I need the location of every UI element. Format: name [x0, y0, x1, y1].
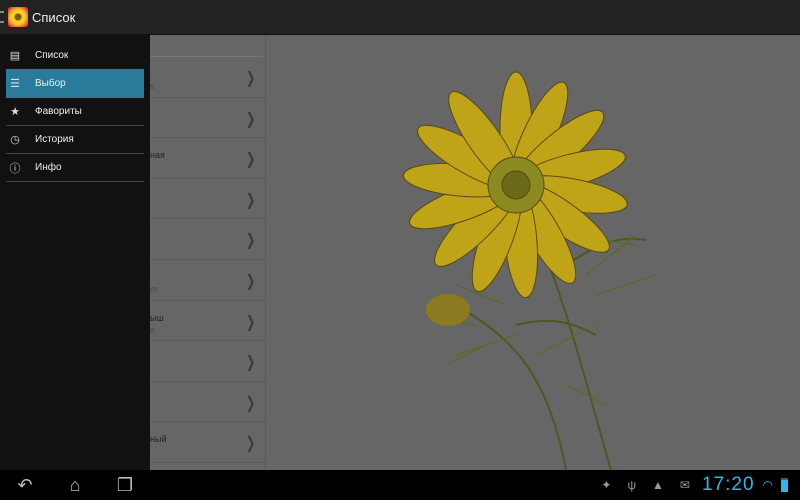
drawer-item-label: Фавориты — [35, 106, 82, 117]
list-item[interactable]: ная ❯ — [150, 138, 265, 179]
android-debug-icon: ✦ — [601, 478, 612, 492]
clock-icon: ◷ — [10, 134, 20, 146]
list-item[interactable]: ❯ — [150, 341, 265, 382]
drawer-item-label: Выбор — [35, 78, 66, 89]
drawer-item-0[interactable]: ▤ Список — [6, 41, 144, 69]
battery-icon — [781, 478, 788, 492]
gmail-icon: ✉ — [679, 478, 690, 492]
usb-icon: ψ — [627, 478, 637, 492]
list-item[interactable]: ❯ — [150, 382, 265, 423]
warning-icon: ▲ — [652, 478, 664, 492]
drawer-item-1[interactable]: ☰ Выбор — [6, 69, 144, 98]
plant-list[interactable]: s ❯ ❯ ная ❯ ❯ ❯ er ❯ ыш e ❯ ❯ ❯ ный ❯ — [150, 35, 266, 470]
chevron-right-icon: ❯ — [245, 394, 255, 412]
list-item[interactable]: ыш e ❯ — [150, 301, 265, 342]
list-item-title: ный — [150, 434, 167, 445]
star-icon: ★ — [10, 106, 20, 118]
list-item[interactable]: ❯ — [150, 179, 265, 220]
drawer-item-4[interactable]: ⓘ Инфо — [6, 154, 144, 182]
chevron-right-icon: ❯ — [245, 191, 255, 209]
info-icon: ⓘ — [9, 162, 21, 175]
back-button[interactable]: ↶ — [0, 475, 50, 496]
system-bar: ↶ ⌂ ❐ ✦ ψ ▲ ✉ 17:20 ◠ — [0, 470, 800, 500]
list-item[interactable]: ❯ — [150, 98, 265, 139]
list-item-subtitle: s — [150, 81, 155, 91]
flower-illustration — [402, 71, 657, 470]
drawer-indicator-icon[interactable] — [0, 11, 4, 23]
chevron-right-icon: ❯ — [245, 70, 255, 87]
home-button[interactable]: ⌂ — [50, 475, 100, 496]
page-title: Список — [32, 9, 76, 25]
list-item[interactable]: ный ❯ — [150, 422, 265, 463]
chevron-right-icon: ❯ — [245, 232, 255, 250]
sunflower-icon[interactable] — [8, 7, 28, 27]
drawer-item-3[interactable]: ◷ История — [6, 126, 144, 154]
list-item[interactable]: ❯ — [150, 219, 265, 260]
chevron-right-icon: ❯ — [245, 354, 255, 372]
list-item[interactable]: er ❯ — [150, 260, 265, 301]
list-header — [150, 35, 263, 57]
filter-icon: ☰ — [10, 78, 20, 90]
list-item-subtitle: er — [150, 283, 159, 294]
clock: 17:20 — [701, 474, 755, 495]
chevron-right-icon: ❯ — [245, 435, 255, 453]
chevron-right-icon: ❯ — [245, 110, 255, 128]
list-item[interactable]: s ❯ — [150, 57, 265, 98]
list-item-title: ная — [150, 150, 165, 161]
recent-apps-button[interactable]: ❐ — [100, 475, 150, 496]
chevron-right-icon: ❯ — [245, 151, 255, 169]
list-icon: ▤ — [9, 49, 21, 62]
list-item-title: ыш — [150, 312, 164, 323]
drawer-item-label: Список — [35, 49, 69, 61]
action-bar: Список — [0, 0, 800, 35]
navigation-drawer: ▤ Список ☰ Выбор ★ Фавориты ◷ История ⓘ Инфо — [0, 35, 150, 470]
drawer-item-2[interactable]: ★ Фавориты — [6, 98, 144, 126]
drawer-item-label: Инфо — [35, 162, 62, 173]
chevron-right-icon: ❯ — [245, 272, 255, 290]
drawer-item-label: История — [35, 134, 74, 145]
chevron-right-icon: ❯ — [245, 313, 255, 331]
wifi-icon: ◠ — [762, 478, 773, 492]
list-item-subtitle: e — [150, 324, 156, 335]
